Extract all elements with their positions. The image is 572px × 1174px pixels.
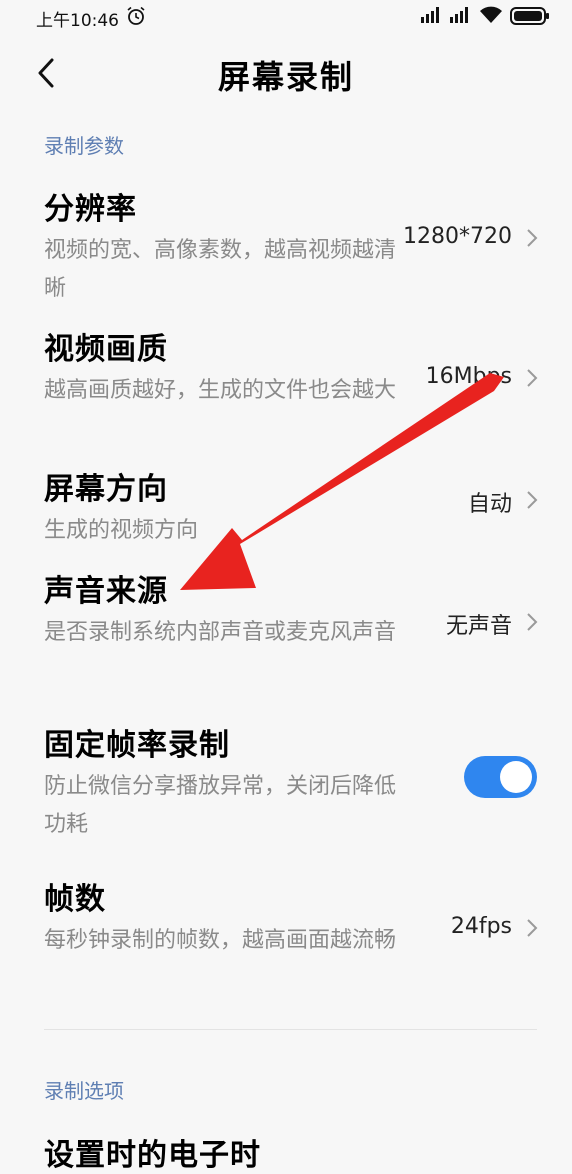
row-value: 1280*720 <box>403 224 512 249</box>
row-desc: 每秒钟录制的帧数，越高画面越流畅 <box>44 928 397 953</box>
battery-icon <box>510 7 549 25</box>
setting-row-fixed-framerate: 固定帧率录制 防止微信分享播放异常，关闭后降低功耗 <box>0 720 572 838</box>
row-value: 自动 <box>467 492 512 517</box>
toggle-knob <box>500 761 532 793</box>
chevron-right-icon <box>527 491 538 509</box>
signal-icon <box>450 7 468 23</box>
row-title: 分辨率 <box>44 192 137 227</box>
section-header-recording-options: 录制选项 <box>44 1079 124 1103</box>
row-desc: 越高画质越好，生成的文件也会越大 <box>44 378 397 403</box>
row-title: 帧数 <box>44 882 106 917</box>
row-value: 无声音 <box>445 614 512 639</box>
row-title: 屏幕方向 <box>44 472 168 507</box>
row-desc: 生成的视频方向 <box>44 518 199 543</box>
alarm-icon <box>127 6 145 25</box>
row-desc: 是否录制系统内部声音或麦克风声音 <box>44 620 397 645</box>
chevron-right-icon <box>527 229 538 247</box>
chevron-right-icon <box>527 369 538 387</box>
row-desc: 视频的宽、高像素数，越高视频越清晰 <box>44 238 397 301</box>
section-header-recording-params: 录制参数 <box>44 134 124 158</box>
setting-row-video-quality[interactable]: 视频画质 越高画质越好，生成的文件也会越大 16Mbps <box>0 324 572 442</box>
chevron-right-icon <box>527 613 538 631</box>
setting-row-audio-source[interactable]: 声音来源 是否录制系统内部声音或麦克风声音 无声音 <box>0 566 572 684</box>
row-value: 24fps <box>450 914 512 939</box>
setting-row-partial-title[interactable]: 设置时的电子时 <box>44 1130 261 1174</box>
row-title: 声音来源 <box>44 574 168 609</box>
page-title: 屏幕录制 <box>217 58 354 96</box>
row-value: 16Mbps <box>425 364 512 389</box>
row-title: 视频画质 <box>44 332 168 367</box>
chevron-right-icon <box>527 919 538 937</box>
status-time: 上午10:46 <box>36 11 119 31</box>
row-title: 固定帧率录制 <box>44 728 230 763</box>
wifi-icon <box>480 6 502 23</box>
setting-row-resolution[interactable]: 分辨率 视频的宽、高像素数，越高视频越清晰 1280*720 <box>0 184 572 302</box>
row-desc: 防止微信分享播放异常，关闭后降低功耗 <box>44 774 397 837</box>
section-divider <box>44 1029 537 1030</box>
setting-row-screen-orientation[interactable]: 屏幕方向 生成的视频方向 自动 <box>0 464 572 544</box>
signal-icon <box>421 7 439 23</box>
status-bar: 上午10:46 <box>0 0 572 34</box>
header: 屏幕录制 <box>0 44 572 110</box>
fixed-framerate-toggle[interactable] <box>464 756 537 798</box>
setting-row-frame-rate[interactable]: 帧数 每秒钟录制的帧数，越高画面越流畅 24fps <box>0 874 572 992</box>
